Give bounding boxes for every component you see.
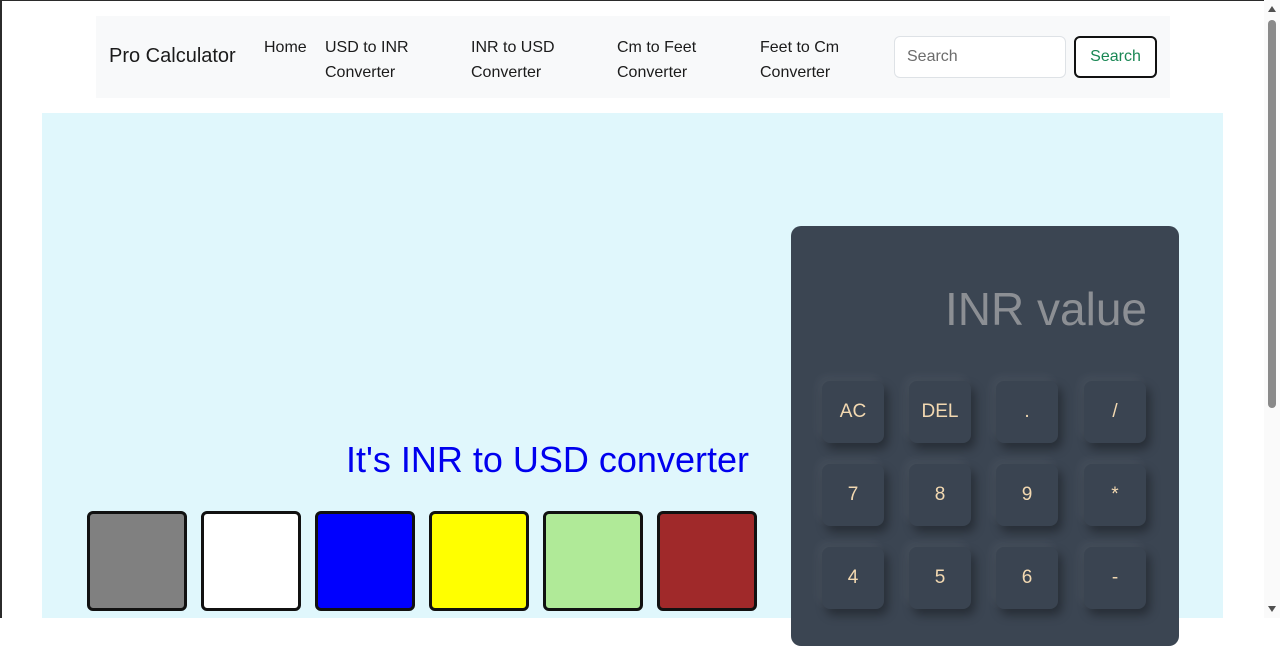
scrollbar-thumb[interactable] <box>1268 20 1276 408</box>
color-swatch-white[interactable] <box>201 511 301 611</box>
scroll-up-arrow-icon[interactable] <box>1268 6 1276 12</box>
brand-logo[interactable]: Pro Calculator <box>109 45 236 68</box>
nav-link-inr-to-usd[interactable]: INR to USD Converter <box>471 35 555 85</box>
nav-link-label-line2: Converter <box>471 64 542 81</box>
scroll-down-arrow-icon[interactable] <box>1268 606 1276 612</box>
search-button[interactable]: Search <box>1074 36 1157 78</box>
nav-link-label-line2: Converter <box>760 64 831 81</box>
nav-link-usd-to-inr[interactable]: USD to INR Converter <box>325 35 409 85</box>
vertical-scrollbar[interactable] <box>1264 0 1280 618</box>
key-decimal[interactable]: . <box>996 381 1058 443</box>
color-swatch-red[interactable] <box>657 511 757 611</box>
color-swatch-yellow[interactable] <box>429 511 529 611</box>
nav-link-label-line1: INR to USD <box>471 39 555 56</box>
main-content: It's INR to USD converter INR value AC D… <box>42 113 1223 646</box>
nav-link-feet-to-cm[interactable]: Feet to Cm Converter <box>760 35 839 85</box>
key-5[interactable]: 5 <box>909 547 971 609</box>
key-7[interactable]: 7 <box>822 464 884 526</box>
color-swatch-blue[interactable] <box>315 511 415 611</box>
key-6[interactable]: 6 <box>996 547 1058 609</box>
key-9[interactable]: 9 <box>996 464 1058 526</box>
nav-link-home[interactable]: Home <box>264 35 307 60</box>
page-heading: It's INR to USD converter <box>346 439 749 480</box>
key-divide[interactable]: / <box>1084 381 1146 443</box>
color-swatch-gray[interactable] <box>87 511 187 611</box>
nav-link-label-line2: Converter <box>325 64 396 81</box>
key-multiply[interactable]: * <box>1084 464 1146 526</box>
key-subtract[interactable]: - <box>1084 547 1146 609</box>
key-delete[interactable]: DEL <box>909 381 971 443</box>
nav-link-home-label: Home <box>264 39 307 56</box>
search-input[interactable] <box>894 36 1066 78</box>
nav-link-label-line1: USD to INR <box>325 39 409 56</box>
key-4[interactable]: 4 <box>822 547 884 609</box>
nav-link-label-line1: Cm to Feet <box>617 39 697 56</box>
key-all-clear[interactable]: AC <box>822 381 884 443</box>
navbar: Pro Calculator Home USD to INR Converter… <box>96 16 1170 98</box>
calculator: INR value AC DEL . / 7 8 9 * 4 5 6 - <box>791 226 1179 646</box>
color-swatch-light-green[interactable] <box>543 511 643 611</box>
calculator-display[interactable]: INR value <box>945 282 1147 336</box>
nav-link-label-line2: Converter <box>617 64 688 81</box>
key-8[interactable]: 8 <box>909 464 971 526</box>
nav-link-label-line1: Feet to Cm <box>760 39 840 56</box>
nav-link-cm-to-feet[interactable]: Cm to Feet Converter <box>617 35 696 85</box>
